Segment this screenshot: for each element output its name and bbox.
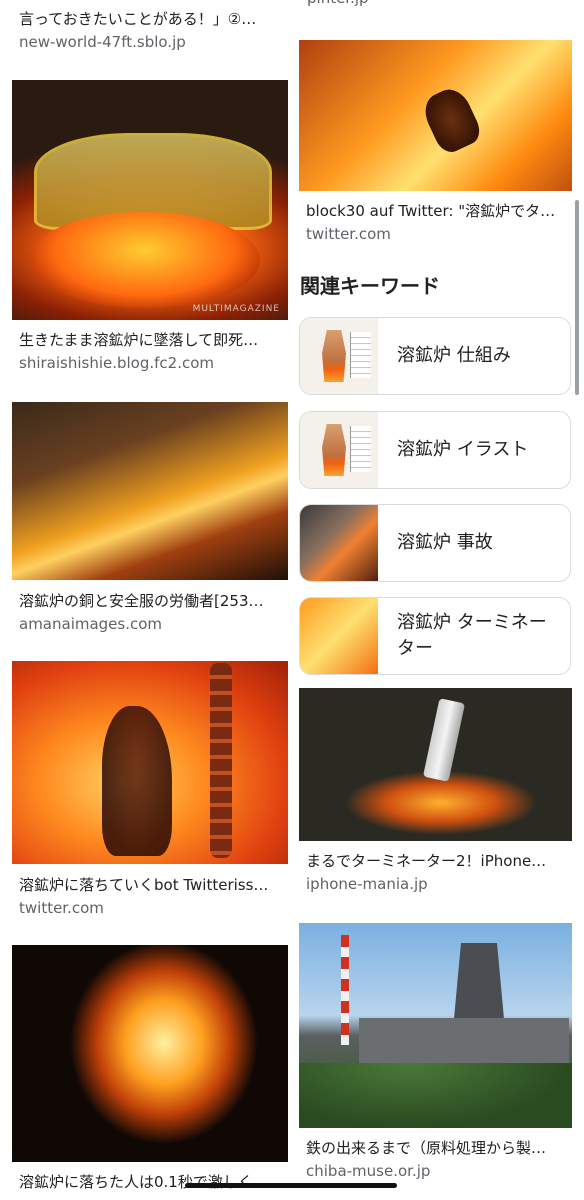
factory-building-graphic: [359, 1018, 569, 1068]
related-keywords-heading: 関連キーワード: [300, 274, 440, 298]
terminator-photo-icon: [300, 598, 378, 674]
thumbnail-watermark: MULTIMAGAZINE: [192, 304, 280, 314]
result-source: amanaimages.com: [19, 615, 163, 633]
blast-furnace-diagram-icon: [300, 318, 378, 394]
smokestack-graphic: [341, 935, 349, 1045]
image-result-card[interactable]: 溶鉱炉に落ちた人は0.1秒で激しく…: [12, 945, 288, 1200]
result-title[interactable]: 溶鉱炉の銅と安全服の労働者[253…: [19, 591, 280, 611]
result-thumbnail[interactable]: [299, 688, 572, 841]
accident-photo-icon: [300, 505, 378, 581]
result-title[interactable]: 鉄の出来るまで（原料処理から製…: [306, 1138, 564, 1158]
chain-graphic: [210, 663, 232, 858]
home-indicator[interactable]: [185, 1183, 397, 1188]
related-keyword-chip[interactable]: 溶鉱炉 ターミネーター: [299, 597, 571, 675]
result-title[interactable]: 溶鉱炉に落ちた人は0.1秒で激しく…: [19, 1172, 280, 1192]
result-source: shiraishishie.blog.fc2.com: [19, 354, 215, 372]
related-keyword-chip[interactable]: 溶鉱炉 事故: [299, 504, 571, 582]
hand-silhouette: [418, 83, 485, 157]
result-thumbnail[interactable]: [12, 402, 288, 580]
result-source: twitter.com: [19, 899, 104, 917]
image-result-card[interactable]: 溶鉱炉の銅と安全服の労働者[253… amanaimages.com: [12, 402, 288, 642]
result-title[interactable]: 生きたまま溶鉱炉に墜落して即死…: [19, 330, 280, 350]
result-thumbnail[interactable]: MULTIMAGAZINE: [12, 80, 288, 320]
keyword-label: 溶鉱炉 ターミネーター: [397, 612, 547, 659]
phone-silhouette: [422, 698, 466, 782]
keyword-label: 溶鉱炉 仕組み: [397, 345, 511, 366]
result-source: iphone-mania.jp: [306, 875, 428, 893]
image-result-card[interactable]: 言っておきたいことがある！」②… new-world-47ft.sblo.jp: [12, 0, 288, 60]
image-result-card[interactable]: 鉄の出来るまで（原料処理から製… chiba-muse.or.jp: [299, 923, 572, 1193]
blast-furnace-diagram-icon: [300, 412, 378, 488]
related-keyword-chip[interactable]: 溶鉱炉 イラスト: [299, 411, 571, 489]
trees-graphic: [299, 1063, 572, 1128]
image-result-card[interactable]: まるでターミネーター2！iPhone… iphone-mania.jp: [299, 688, 572, 903]
keyword-label: 溶鉱炉 イラスト: [397, 439, 529, 460]
result-thumbnail[interactable]: [299, 40, 572, 191]
result-title[interactable]: まるでターミネーター2！iPhone…: [306, 851, 564, 871]
result-source: twitter.com: [306, 225, 391, 243]
result-thumbnail[interactable]: [299, 923, 572, 1128]
result-title[interactable]: 溶鉱炉に落ちていくbot Twitteriss…: [19, 875, 280, 895]
vertical-scrollbar[interactable]: [575, 200, 579, 395]
result-title[interactable]: 言っておきたいことがある！」②…: [19, 9, 280, 29]
result-source: new-world-47ft.sblo.jp: [19, 33, 186, 51]
figure-silhouette: [102, 706, 172, 856]
result-thumbnail[interactable]: [12, 945, 288, 1162]
result-title[interactable]: block30 auf Twitter: "溶鉱炉でタ…: [306, 201, 564, 221]
keyword-label: 溶鉱炉 事故: [397, 532, 493, 553]
related-keyword-chip[interactable]: 溶鉱炉 仕組み: [299, 317, 571, 395]
result-source: chiba-muse.or.jp: [306, 1162, 431, 1180]
image-result-card[interactable]: 溶鉱炉に落ちていくbot Twitteriss… twitter.com: [12, 661, 288, 923]
image-result-card[interactable]: MULTIMAGAZINE 生きたまま溶鉱炉に墜落して即死… shiraishi…: [12, 80, 288, 380]
image-result-card[interactable]: block30 auf Twitter: "溶鉱炉でタ… twitter.com: [299, 40, 572, 250]
result-source-partial: pinter.jp: [307, 0, 369, 8]
result-thumbnail[interactable]: [12, 661, 288, 864]
